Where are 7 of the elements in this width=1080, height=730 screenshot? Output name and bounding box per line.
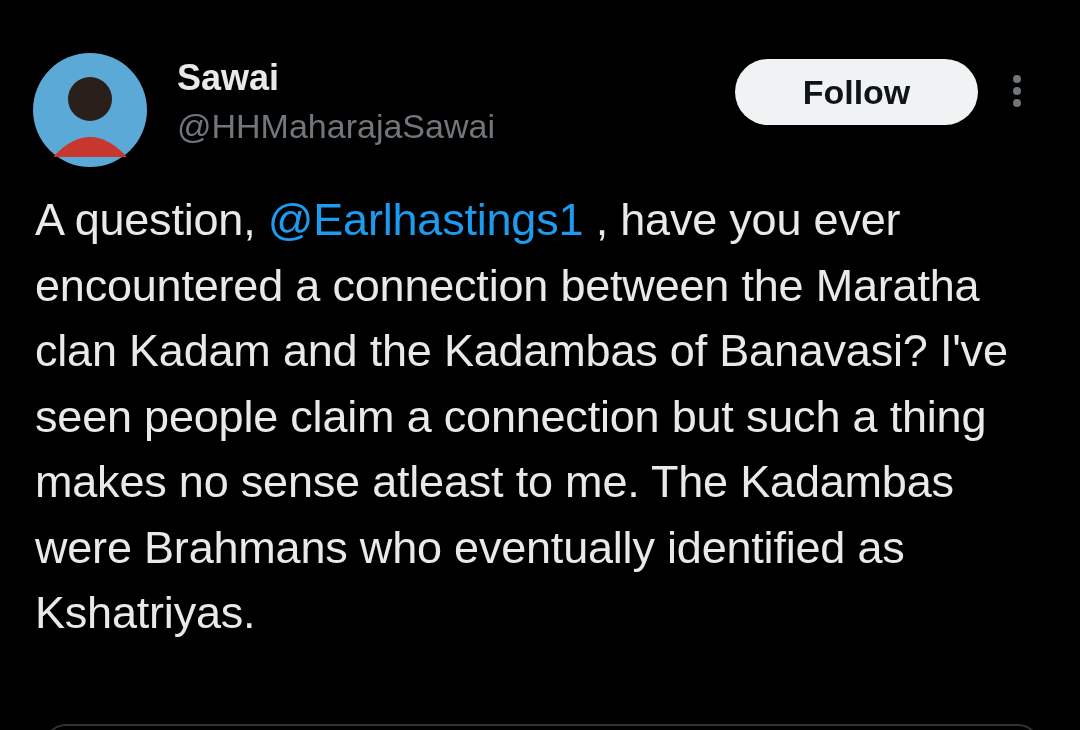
author-handle[interactable]: @HHMaharajaSawai: [177, 101, 717, 151]
mention-link[interactable]: @Earlhastings1: [267, 194, 584, 245]
more-icon[interactable]: [1012, 74, 1022, 108]
author-name[interactable]: Sawai: [177, 57, 717, 99]
follow-button[interactable]: Follow: [735, 59, 978, 125]
avatar-icon[interactable]: [33, 53, 147, 167]
tweet-text: A question, @Earlhastings1 , have you ever encountered a connection between the Maratha clan Kadam and the Kadambas of Banavasi? I've seen people claim a connection but such a thing makes no sense atleast to me. The Kadambas were Brahmans who eventually identified as Kshatriyas.: [35, 193, 1009, 640]
